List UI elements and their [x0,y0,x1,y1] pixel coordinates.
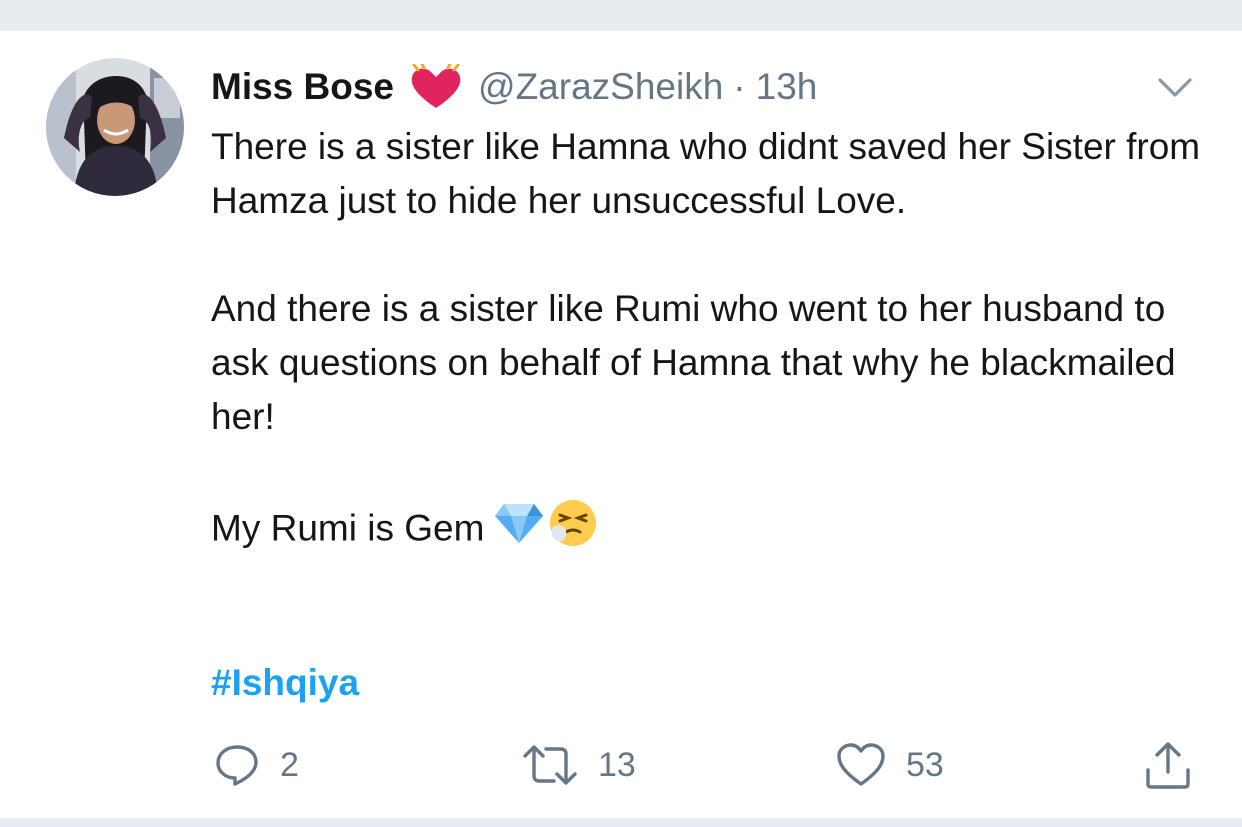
retweet-button[interactable]: 13 [522,735,636,795]
tweet-actions-bar: 2 13 53 [0,735,1242,795]
reply-icon [216,745,258,786]
timeline-divider-top [0,0,1242,31]
author-display-name[interactable]: Miss Bose [211,66,394,108]
reply-button[interactable]: 2 [214,735,299,795]
retweet-count: 13 [598,745,636,784]
like-button[interactable]: 53 [836,735,944,795]
retweet-icon [523,745,577,785]
tweet-paragraph-text: My Rumi is Gem [211,507,485,549]
avatar[interactable] [46,58,184,196]
chevron-down-icon[interactable] [1156,74,1194,102]
header-separator: · [733,66,746,107]
sneezing-face-emoji-icon [548,498,598,563]
tweet-header: Miss Bose @ZarazSheikh · 13h [211,62,818,110]
tweet-paragraph-last: My Rumi is Gem [211,498,1211,563]
share-icon [1146,742,1190,789]
heart-emoji-icon [408,62,464,110]
like-count: 53 [906,745,944,784]
share-button[interactable] [1144,735,1192,795]
gem-stone-emoji-icon [494,502,544,559]
timeline-divider-bottom [0,818,1242,827]
author-handle[interactable]: @ZarazSheikh [478,66,723,108]
hashtag-link[interactable]: #Ishqiya [211,662,359,704]
reply-count: 2 [280,745,299,784]
like-icon [837,743,885,786]
tweet-body: There is a sister like Hamna who didnt s… [211,120,1211,563]
tweet-timestamp[interactable]: 13h [756,66,818,108]
tweet-paragraph: There is a sister like Hamna who didnt s… [211,126,1201,221]
tweet-paragraph: And there is a sister like Rumi who went… [211,288,1176,437]
